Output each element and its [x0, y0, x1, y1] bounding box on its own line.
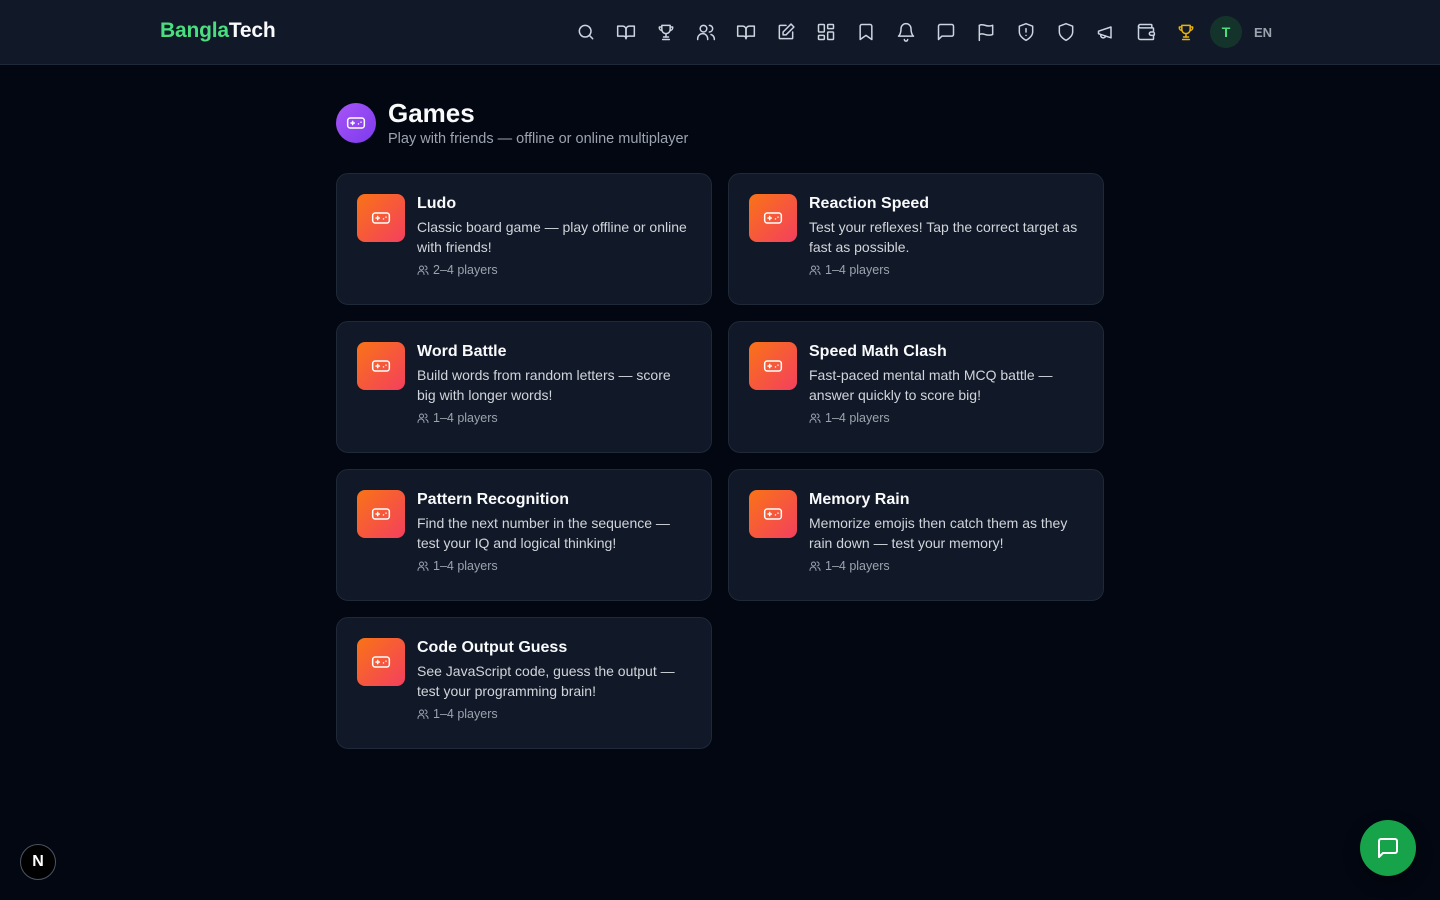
- game-card[interactable]: Pattern Recognition Find the next number…: [336, 469, 712, 601]
- gamepad-icon: [357, 194, 405, 242]
- bell-icon[interactable]: [886, 12, 926, 52]
- game-card[interactable]: Memory Rain Memorize emojis then catch t…: [728, 469, 1104, 601]
- gamepad-icon: [336, 103, 376, 143]
- megaphone-icon[interactable]: [1086, 12, 1126, 52]
- game-players: 1–4 players: [825, 263, 890, 277]
- players-icon: [809, 413, 821, 423]
- page-subtitle: Play with friends — offline or online mu…: [388, 131, 689, 147]
- game-description: Build words from random letters — score …: [417, 367, 671, 403]
- search-icon[interactable]: [566, 12, 606, 52]
- players-icon: [809, 561, 821, 571]
- game-description: Memorize emojis then catch them as they …: [809, 515, 1068, 551]
- page-header: Games Play with friends — offline or onl…: [336, 97, 688, 147]
- game-card[interactable]: Speed Math Clash Fast-paced mental math …: [728, 321, 1104, 453]
- game-title: Ludo: [417, 195, 457, 212]
- game-card[interactable]: Code Output Guess See JavaScript code, g…: [336, 617, 712, 749]
- game-card[interactable]: Reaction Speed Test your reflexes! Tap t…: [728, 173, 1104, 305]
- game-description: Test your reflexes! Tap the correct targ…: [809, 219, 1078, 255]
- game-card[interactable]: Ludo Classic board game — play offline o…: [336, 173, 712, 305]
- gamepad-icon: [749, 194, 797, 242]
- gamepad-icon: [749, 342, 797, 390]
- players-icon: [809, 265, 821, 275]
- gamepad-icon: [357, 342, 405, 390]
- message-icon: [1378, 838, 1398, 858]
- flag-icon[interactable]: [966, 12, 1006, 52]
- gamepad-icon: [357, 490, 405, 538]
- users-icon[interactable]: [686, 12, 726, 52]
- book-icon[interactable]: [726, 12, 766, 52]
- game-title: Memory Rain: [809, 491, 910, 508]
- gamepad-icon: [749, 490, 797, 538]
- brand-logo[interactable]: BanglaTech: [160, 19, 276, 43]
- game-players: 1–4 players: [433, 707, 498, 721]
- players-icon: [417, 561, 429, 571]
- game-title: Speed Math Clash: [809, 343, 947, 360]
- game-description: Fast-paced mental math MCQ battle — answ…: [809, 367, 1053, 403]
- brand-part-2: Tech: [228, 19, 276, 42]
- game-title: Pattern Recognition: [417, 491, 570, 508]
- game-players: 1–4 players: [825, 411, 890, 425]
- game-card[interactable]: Word Battle Build words from random lett…: [336, 321, 712, 453]
- bookmark-icon[interactable]: [846, 12, 886, 52]
- players-icon: [417, 709, 429, 719]
- brand-part-1: Bangla: [160, 19, 229, 42]
- wallet-icon[interactable]: [1126, 12, 1166, 52]
- trophy-icon[interactable]: [646, 12, 686, 52]
- shield-icon[interactable]: [1046, 12, 1086, 52]
- game-description: Classic board game — play offline or onl…: [417, 219, 687, 255]
- grid-icon[interactable]: [806, 12, 846, 52]
- trophy-icon[interactable]: [1166, 12, 1206, 52]
- games-grid: Ludo Classic board game — play offline o…: [336, 173, 1104, 749]
- book-open-icon[interactable]: [606, 12, 646, 52]
- message-icon[interactable]: [926, 12, 966, 52]
- game-description: Find the next number in the sequence — t…: [417, 515, 670, 551]
- chat-button[interactable]: [1360, 820, 1416, 876]
- game-title: Code Output Guess: [417, 639, 568, 656]
- avatar[interactable]: T: [1210, 16, 1242, 48]
- shield-alert-icon[interactable]: [1006, 12, 1046, 52]
- gamepad-icon: [357, 638, 405, 686]
- game-players: 1–4 players: [433, 559, 498, 573]
- top-navbar: BanglaTech T EN: [0, 0, 1440, 65]
- game-players: 1–4 players: [433, 411, 498, 425]
- game-players: 2–4 players: [433, 263, 498, 277]
- game-title: Reaction Speed: [809, 195, 930, 212]
- page-title: Games: [388, 98, 475, 128]
- players-icon: [417, 265, 429, 275]
- edit-icon[interactable]: [766, 12, 806, 52]
- game-players: 1–4 players: [825, 559, 890, 573]
- nextjs-dev-badge[interactable]: N: [20, 844, 56, 880]
- game-description: See JavaScript code, guess the output — …: [417, 663, 675, 699]
- language-switcher[interactable]: EN: [1254, 25, 1272, 40]
- nav-icon-bar: T EN: [566, 12, 1272, 52]
- players-icon: [417, 413, 429, 423]
- game-title: Word Battle: [417, 343, 507, 360]
